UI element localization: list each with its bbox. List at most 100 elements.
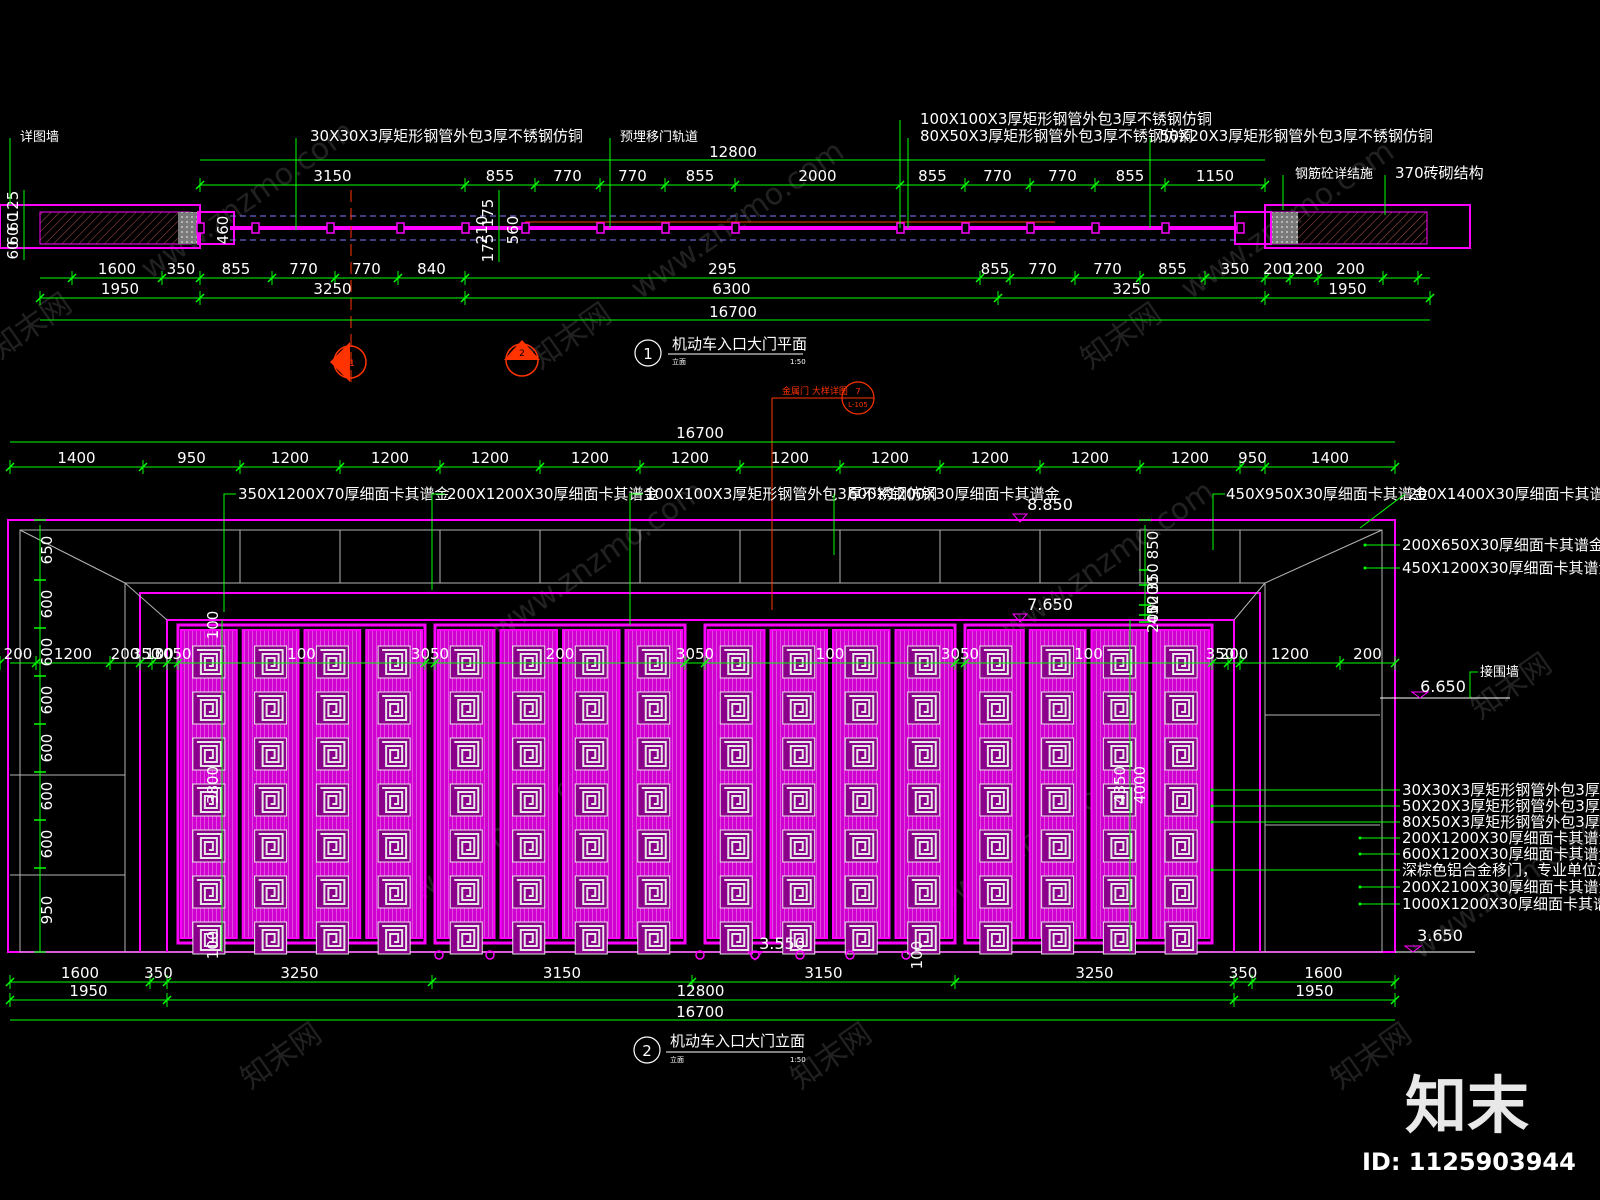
spiral-motif	[1164, 829, 1199, 863]
elev-dim-left-1: 600	[38, 590, 56, 619]
spiral-motif	[191, 875, 226, 909]
plan-dim-mid-3: 175	[479, 234, 497, 263]
elev-note-right-2: 接围墙	[1480, 664, 1519, 680]
spiral-motif	[574, 691, 609, 725]
elev-note-right-0: 200X650X30厚细面卡其谱金	[1402, 536, 1600, 554]
cad-drawing: 知末网 知末网 知末网 知末网 知末网 知末网 知末网 www.znzmo.co…	[0, 110, 1600, 1176]
elev-dim-top-3: 1200	[371, 449, 409, 467]
spiral-motif	[253, 875, 288, 909]
spiral-motif	[377, 645, 412, 679]
spiral-motif	[315, 737, 350, 771]
plan-dim-top-9: 855	[1116, 167, 1145, 185]
elev-dim-top-4: 1200	[471, 449, 509, 467]
elev-dim-bottom2-2: 1950	[1295, 982, 1333, 1000]
elev-dim-mid-8: 200	[546, 645, 575, 663]
plan-title-scale: 1:50	[790, 358, 806, 366]
elev-dim-mid-11: 3050	[941, 645, 979, 663]
spiral-motif	[781, 645, 816, 679]
spiral-motif	[315, 921, 350, 955]
spiral-motif	[636, 875, 671, 909]
spiral-motif	[191, 737, 226, 771]
spiral-motif	[978, 645, 1013, 679]
elev-note-right-9: 200X2100X30厚细面卡其谱金	[1402, 878, 1600, 896]
spiral-motif	[377, 875, 412, 909]
spiral-motif	[511, 691, 546, 725]
elev-dim-bottom1-1: 350	[144, 964, 173, 982]
plan-dim-bottom1-0: 1600	[98, 260, 136, 278]
note-tube-100: 100X100X3厚矩形钢管外包3厚不锈钢仿铜	[920, 110, 1212, 128]
elev-dim-top-11: 1200	[1171, 449, 1209, 467]
elev-note-4: 600X1200X30厚细面卡其谱金	[848, 485, 1059, 503]
elev-dim-mid-0: 200	[4, 645, 33, 663]
spiral-motif	[1164, 875, 1199, 909]
spiral-motif	[719, 691, 754, 725]
watermark-text: 知末网	[1465, 646, 1559, 726]
spiral-motif	[253, 783, 288, 817]
level-3650: 3.650	[1417, 926, 1463, 945]
section-mark-1-label: 1	[349, 359, 355, 369]
spiral-motif	[1040, 737, 1075, 771]
spiral-motif	[511, 875, 546, 909]
plan-post	[1091, 222, 1100, 234]
elev-dim-bottom1-5: 3250	[1075, 964, 1113, 982]
level-3550: 3.550	[759, 934, 805, 953]
spiral-motif	[449, 737, 484, 771]
brand-logo: 知末 ID: 1125903944	[1362, 1069, 1576, 1176]
logo-text: 知末	[1405, 1069, 1529, 1142]
elev-note-2: 200X1200X30厚细面卡其谱金	[447, 485, 658, 503]
elev-dim-top-1: 950	[177, 449, 206, 467]
spiral-motif	[253, 921, 288, 955]
plan-dim-left: 125 60 60 60	[4, 190, 25, 260]
elev-dim-top-10: 1200	[1071, 449, 1109, 467]
plan-post	[326, 222, 335, 234]
spiral-motif	[1040, 783, 1075, 817]
spiral-motif	[449, 645, 484, 679]
spiral-motif	[844, 691, 879, 725]
spiral-motif	[636, 783, 671, 817]
spiral-motif	[978, 737, 1013, 771]
elev-dim-top-5: 1200	[571, 449, 609, 467]
spiral-motif	[511, 921, 546, 955]
elev-gate	[176, 623, 1214, 960]
elev-dim-row-top: 1400 950 1200 1200 1200 1200 1200 1200 1200 1200 1…	[5, 449, 1400, 474]
plan-dim-bottom1-9: 770	[1093, 260, 1122, 278]
spiral-motif	[377, 783, 412, 817]
spiral-motif	[574, 737, 609, 771]
plan-dim-top-2: 770	[553, 167, 582, 185]
spiral-motif	[377, 829, 412, 863]
plan-post	[1161, 222, 1170, 234]
elev-note-1: 350X1200X70厚细面卡其谱金	[238, 485, 449, 503]
spiral-motif	[636, 737, 671, 771]
plan-dim-total: 12800	[709, 143, 757, 161]
spiral-motif	[1102, 875, 1137, 909]
elev-title-scale: 1:50	[790, 1056, 806, 1064]
elev-dim-bottom1-4: 3150	[804, 964, 842, 982]
elev-note-6: 200X1400X30厚细面卡其谱金	[1408, 485, 1600, 503]
note-rail: 预埋移门轨道	[620, 130, 698, 145]
plan-dim-top-5: 2000	[798, 167, 836, 185]
spiral-motif	[449, 691, 484, 725]
plan-post	[251, 222, 260, 234]
plan-title: 机动车入口大门平面	[672, 335, 807, 353]
spiral-motif	[1102, 921, 1137, 955]
section-mark-2-label: 2	[519, 349, 525, 359]
note-tube-30: 30X30X3厚矩形钢管外包3厚不锈钢仿铜	[310, 127, 583, 145]
elev-title: 机动车入口大门立面	[670, 1032, 805, 1050]
spiral-motif	[1040, 921, 1075, 955]
plan-dim-bottom1-11: 350	[1221, 260, 1250, 278]
spiral-motif	[781, 691, 816, 725]
elev-dim-top-0: 1400	[57, 449, 95, 467]
spiral-motif	[906, 645, 941, 679]
spiral-motif	[978, 875, 1013, 909]
elev-dim-left-4: 600	[38, 734, 56, 763]
spiral-motif	[844, 737, 879, 771]
spiral-motif	[1102, 829, 1137, 863]
spiral-motif	[1102, 691, 1137, 725]
elev-dim-mid-1: 1200	[54, 645, 92, 663]
spiral-motif	[906, 829, 941, 863]
spiral-motif	[636, 645, 671, 679]
spiral-motif	[253, 691, 288, 725]
elev-dim-mid-12: 100	[1074, 645, 1103, 663]
elev-dim-left-3: 600	[38, 686, 56, 715]
note-tube-80: 80X50X3厚矩形钢管外包3厚不锈钢仿铜	[920, 127, 1193, 145]
